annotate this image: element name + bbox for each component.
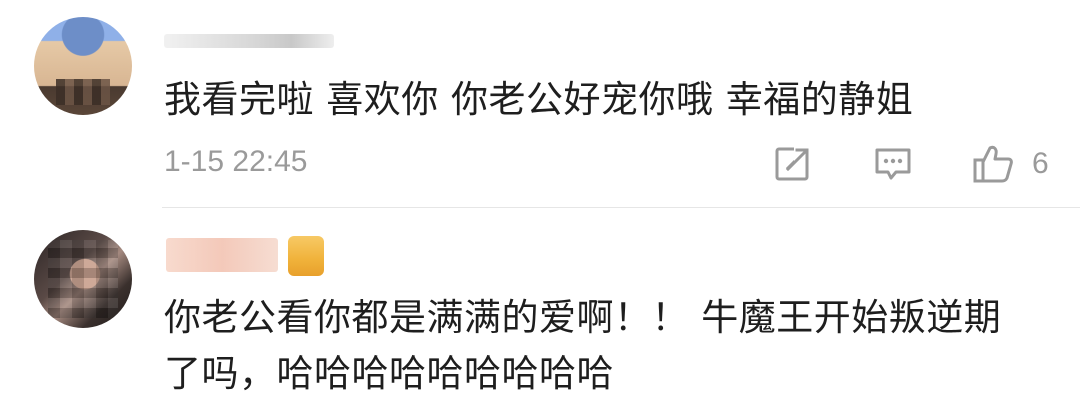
comment-item: 你老公看你都是满满的爱啊！！ 牛魔王开始叛逆期 了吗，哈哈哈哈哈哈哈哈哈: [0, 208, 1080, 416]
username-redacted[interactable]: [164, 34, 334, 48]
vip-badge-icon: [288, 236, 324, 276]
avatar-pixelation: [56, 79, 110, 105]
avatar-pixelation: [48, 240, 118, 318]
like-count: 6: [1032, 147, 1049, 180]
reply-button[interactable]: [874, 142, 912, 186]
reply-icon: [875, 148, 911, 180]
comment-timestamp: 1-15 22:45: [164, 145, 308, 178]
comment-text-line: 了吗，哈哈哈哈哈哈哈哈哈: [164, 352, 614, 395]
share-icon: [775, 145, 812, 181]
like-button[interactable]: 6: [972, 142, 1049, 186]
comment-text: 我看完啦 喜欢你 你老公好宠你哦 幸福的静姐: [164, 78, 914, 121]
like-icon: [973, 145, 1013, 183]
username-redacted[interactable]: [166, 238, 278, 272]
comment-text: 你老公看你都是满满的爱啊！！ 牛魔王开始叛逆期 了吗，哈哈哈哈哈哈哈哈哈: [164, 290, 1001, 402]
share-button[interactable]: [774, 142, 812, 186]
avatar[interactable]: [34, 17, 132, 115]
comment-item: 我看完啦 喜欢你 你老公好宠你哦 幸福的静姐 1-15 22:45 6: [0, 0, 1080, 208]
comment-text-line: 你老公看你都是满满的爱啊！！ 牛魔王开始叛逆期: [164, 296, 1002, 339]
avatar[interactable]: [34, 230, 132, 328]
